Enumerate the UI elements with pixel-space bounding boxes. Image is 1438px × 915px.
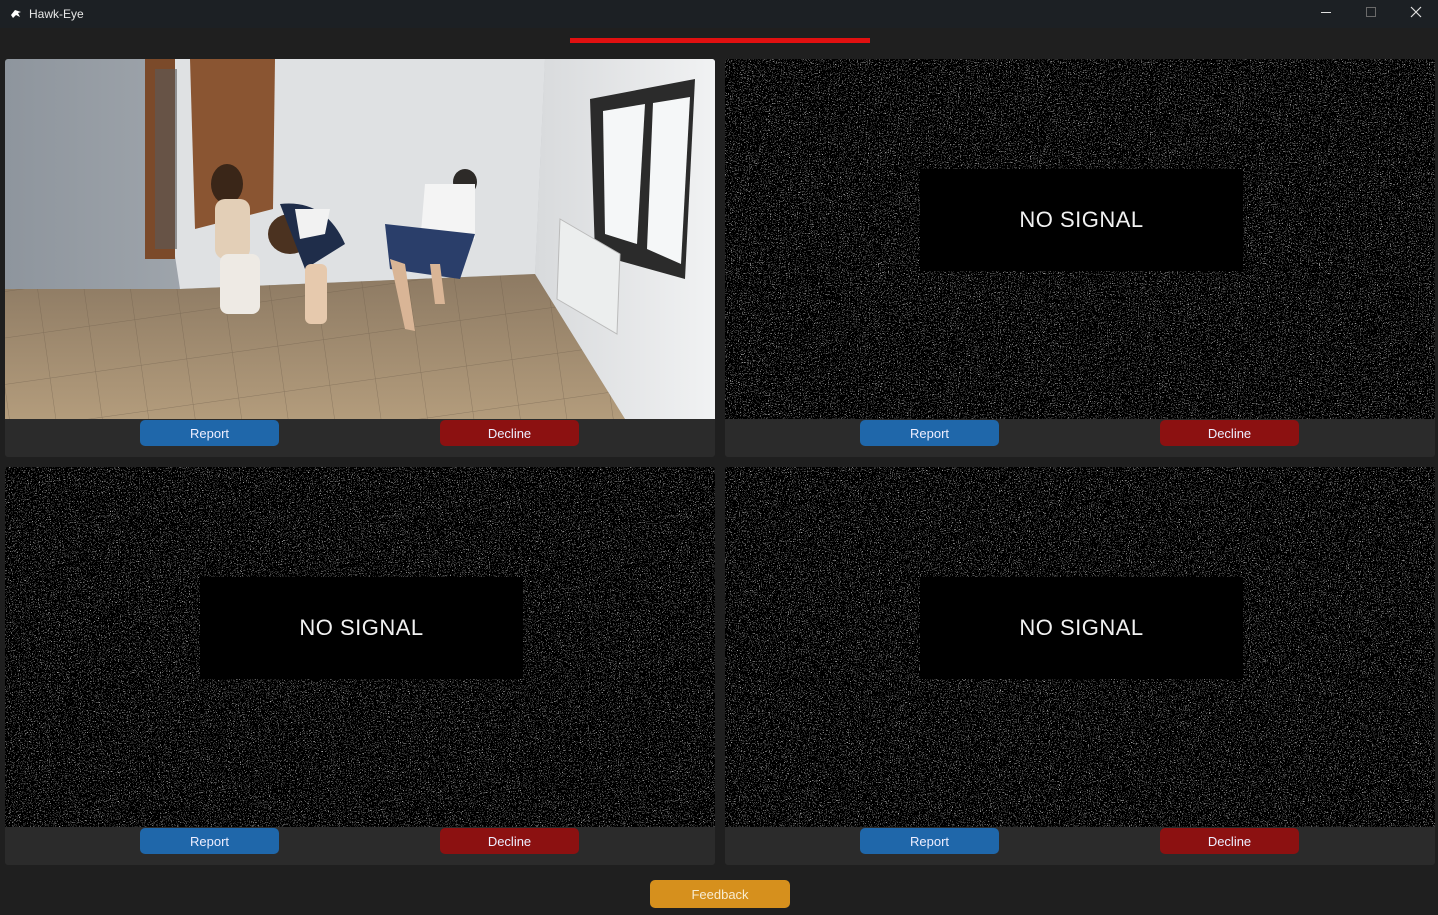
camera-feed-static: NO SIGNAL bbox=[725, 59, 1435, 419]
maximize-icon bbox=[1365, 5, 1377, 23]
window-title: Hawk-Eye bbox=[29, 7, 84, 21]
minimize-icon bbox=[1320, 5, 1332, 23]
minimize-button[interactable] bbox=[1303, 0, 1348, 28]
camera-cell-1: Report Decline bbox=[5, 59, 715, 457]
camera-feed-static: NO SIGNAL bbox=[725, 467, 1435, 827]
close-button[interactable] bbox=[1393, 0, 1438, 28]
no-signal-label: NO SIGNAL bbox=[200, 577, 523, 679]
no-signal-label: NO SIGNAL bbox=[920, 577, 1243, 679]
report-button[interactable]: Report bbox=[860, 420, 999, 446]
report-button[interactable]: Report bbox=[860, 828, 999, 854]
decline-button[interactable]: Decline bbox=[440, 828, 579, 854]
camera-feed-live bbox=[5, 59, 715, 419]
camera-feed-static: NO SIGNAL bbox=[5, 467, 715, 827]
close-icon bbox=[1410, 5, 1422, 23]
feedback-button[interactable]: Feedback bbox=[650, 880, 790, 908]
maximize-button[interactable] bbox=[1348, 0, 1393, 28]
hawk-logo-icon bbox=[9, 7, 23, 21]
no-signal-label: NO SIGNAL bbox=[920, 169, 1243, 271]
decline-button[interactable]: Decline bbox=[1160, 828, 1299, 854]
title-bar: Hawk-Eye bbox=[0, 0, 1438, 28]
camera-cell-4: NO SIGNAL Report Decline bbox=[725, 467, 1435, 865]
report-button[interactable]: Report bbox=[140, 420, 279, 446]
camera-cell-3: NO SIGNAL Report Decline bbox=[5, 467, 715, 865]
camera-cell-2: NO SIGNAL Report Decline bbox=[725, 59, 1435, 457]
report-button[interactable]: Report bbox=[140, 828, 279, 854]
decline-button[interactable]: Decline bbox=[1160, 420, 1299, 446]
decline-button[interactable]: Decline bbox=[440, 420, 579, 446]
alert-indicator-bar bbox=[570, 38, 870, 43]
